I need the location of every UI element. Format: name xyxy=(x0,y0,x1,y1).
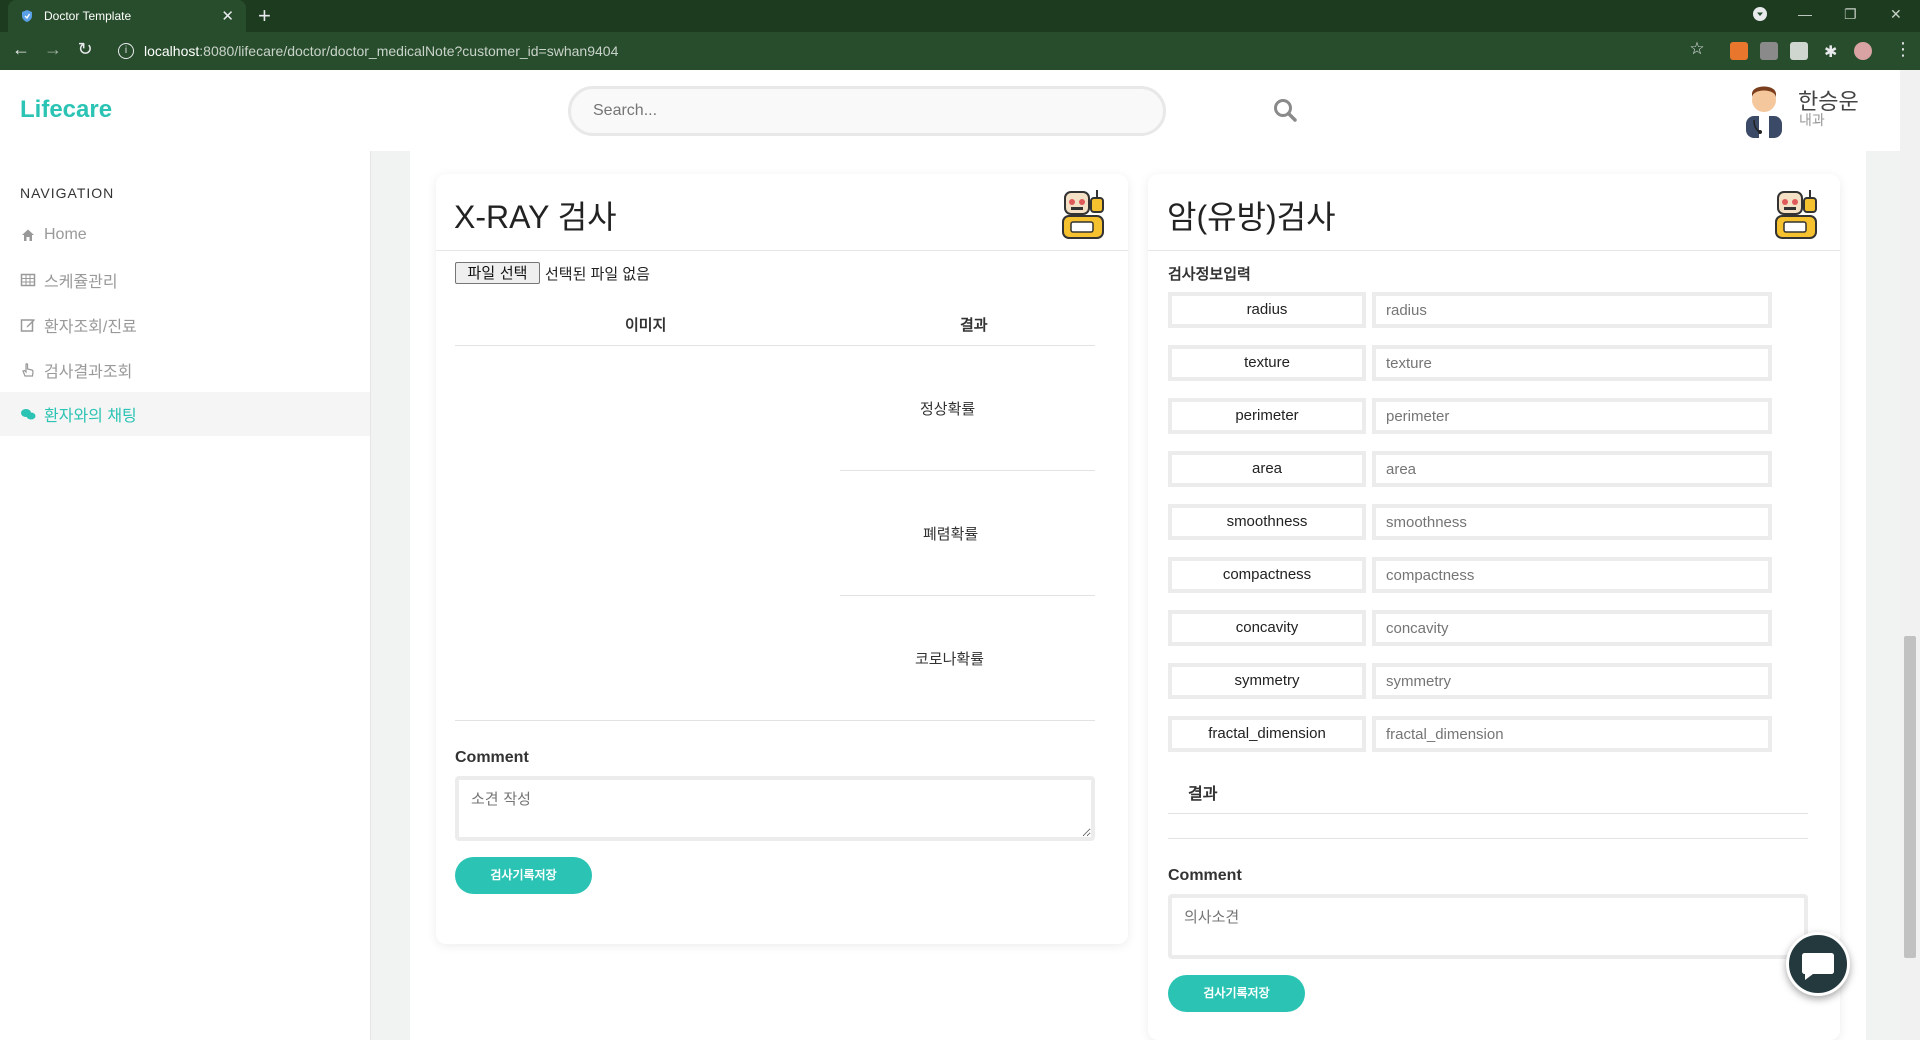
extension-icon[interactable] xyxy=(1730,42,1748,60)
home-icon xyxy=(22,229,34,241)
table-icon xyxy=(20,273,36,287)
field-label-area: area xyxy=(1168,451,1366,487)
file-status: 선택된 파일 없음 xyxy=(545,266,650,283)
column-header-image: 이미지 xyxy=(625,317,667,334)
pneumonia-probability-label: 폐렴확률 xyxy=(923,526,979,543)
cancer-result-label: 결과 xyxy=(1188,786,1218,803)
field-label-smoothness: smoothness xyxy=(1168,504,1366,540)
input-section-label: 검사정보입력 xyxy=(1168,266,1251,283)
sidebar-item-label: 환자조회/진료 xyxy=(44,319,137,336)
table-header-line xyxy=(455,345,1095,346)
minimize-icon[interactable]: — xyxy=(1798,6,1812,22)
forward-icon[interactable]: → xyxy=(40,39,66,60)
chat-icon xyxy=(21,409,36,420)
search-input[interactable] xyxy=(568,86,1166,136)
browser-tab[interactable]: Doctor Template ✕ xyxy=(8,0,246,32)
sidebar-item-chat[interactable]: 환자와의 채팅 xyxy=(0,392,370,436)
tab-title: Doctor Template xyxy=(44,9,132,23)
result-line xyxy=(1168,838,1808,839)
chat-floating-button[interactable] xyxy=(1786,932,1850,996)
url-path: :8080/lifecare/doctor/doctor_medicalNote… xyxy=(199,43,619,59)
menu-icon[interactable]: ⋮ xyxy=(1890,39,1916,60)
avatar[interactable] xyxy=(1854,42,1872,60)
url-host: localhost xyxy=(144,43,200,59)
field-label-concavity: concavity xyxy=(1168,610,1366,646)
sidebar-item-label: 스케쥴관리 xyxy=(44,274,118,291)
compactness-input[interactable] xyxy=(1372,557,1772,593)
perimeter-input[interactable] xyxy=(1372,398,1772,434)
profile-dropdown-icon[interactable] xyxy=(1752,6,1768,25)
row-line xyxy=(840,595,1095,596)
sidebar-item-schedule[interactable]: 스케쥴관리 xyxy=(0,258,370,302)
cancer-title: 암(유방)검사 xyxy=(1167,199,1336,235)
address-bar[interactable]: i localhost:8080/lifecare/doctor/doctor_… xyxy=(108,37,1708,65)
fractal-dimension-input[interactable] xyxy=(1372,716,1772,752)
info-icon[interactable]: i xyxy=(118,43,134,59)
chat-bubble-icon xyxy=(1802,953,1834,980)
logo[interactable]: Lifecare xyxy=(20,96,112,124)
table-bottom-line xyxy=(455,720,1095,721)
xray-comment-input[interactable] xyxy=(455,776,1095,841)
reload-icon[interactable]: ↻ xyxy=(72,39,98,60)
sidebar-item-patient[interactable]: 환자조회/진료 xyxy=(0,303,370,347)
extension-icon[interactable] xyxy=(1760,42,1778,60)
field-label-radius: radius xyxy=(1168,292,1366,328)
scrollbar-thumb[interactable] xyxy=(1904,636,1916,958)
search-icon[interactable] xyxy=(1272,97,1298,123)
new-tab-icon[interactable]: + xyxy=(258,4,271,28)
smoothness-input[interactable] xyxy=(1372,504,1772,540)
restore-icon[interactable]: ❐ xyxy=(1844,6,1857,23)
normal-probability-label: 정상확률 xyxy=(920,401,976,418)
nav-title: NAVIGATION xyxy=(20,185,115,201)
field-label-compactness: compactness xyxy=(1168,557,1366,593)
back-icon[interactable]: ← xyxy=(8,39,34,60)
area-input[interactable] xyxy=(1372,451,1772,487)
close-tab-icon[interactable]: ✕ xyxy=(221,7,234,25)
cancer-comment-label: Comment xyxy=(1168,867,1242,884)
hand-pointer-icon xyxy=(22,363,34,377)
app-header: Lifecare 한승운 내과 xyxy=(0,70,1900,151)
puzzle-icon[interactable]: ✱ xyxy=(1824,42,1842,61)
sidebar-item-results[interactable]: 검사결과조회 xyxy=(0,348,370,392)
doctor-avatar-icon xyxy=(1746,86,1782,138)
symmetry-input[interactable] xyxy=(1372,663,1772,699)
xray-comment-label: Comment xyxy=(455,749,529,766)
field-label-perimeter: perimeter xyxy=(1168,398,1366,434)
divider xyxy=(436,250,1128,251)
result-line xyxy=(1168,813,1808,814)
browser-toolbar: ← → ↻ i localhost:8080/lifecare/doctor/d… xyxy=(0,32,1920,70)
covid-probability-label: 코로나확률 xyxy=(915,651,985,668)
texture-input[interactable] xyxy=(1372,345,1772,381)
concavity-input[interactable] xyxy=(1372,610,1772,646)
browser-tab-strip: Doctor Template ✕ + — ❐ ✕ xyxy=(0,0,1920,32)
field-label-texture: texture xyxy=(1168,345,1366,381)
sidebar-item-label: Home xyxy=(44,226,87,243)
close-window-icon[interactable]: ✕ xyxy=(1890,6,1902,23)
sidebar-item-label: 환자와의 채팅 xyxy=(44,408,137,425)
field-label-symmetry: symmetry xyxy=(1168,663,1366,699)
shield-icon xyxy=(22,10,32,22)
robot-doctor-icon xyxy=(1775,190,1817,239)
cancer-comment-input[interactable] xyxy=(1168,894,1808,959)
xray-title: X-RAY 검사 xyxy=(454,199,617,235)
cancer-save-button[interactable]: 검사기록저장 xyxy=(1168,975,1305,1012)
row-line xyxy=(840,470,1095,471)
sidebar: NAVIGATION Home 스케쥴관리 환자조회/진료 검사결과조회 환자와… xyxy=(0,151,371,1040)
extension-icon[interactable] xyxy=(1790,42,1808,60)
xray-save-button[interactable]: 검사기록저장 xyxy=(455,857,592,894)
doctor-department: 내과 xyxy=(1799,112,1825,128)
robot-doctor-icon xyxy=(1062,190,1104,239)
field-label-fractal-dimension: fractal_dimension xyxy=(1168,716,1366,752)
bookmark-star-icon[interactable]: ☆ xyxy=(1684,39,1710,59)
edit-icon xyxy=(20,319,35,332)
divider xyxy=(1148,250,1840,251)
sidebar-item-label: 검사결과조회 xyxy=(44,364,133,381)
file-choose-button[interactable]: 파일 선택 xyxy=(455,262,540,284)
column-header-result: 결과 xyxy=(960,317,988,334)
sidebar-item-home[interactable]: Home xyxy=(0,213,370,257)
radius-input[interactable] xyxy=(1372,292,1772,328)
